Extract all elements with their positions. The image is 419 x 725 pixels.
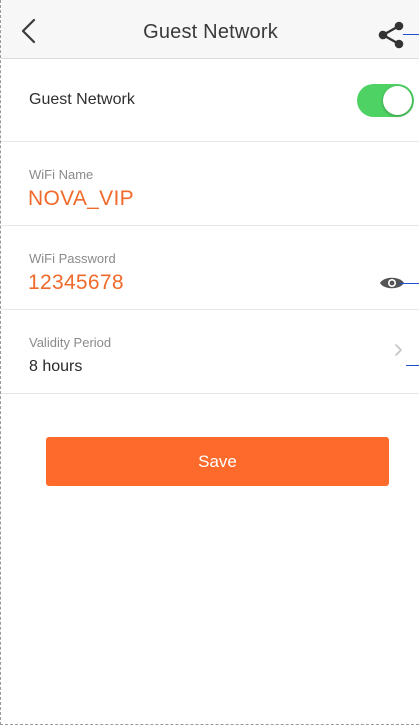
guest-network-screen: Guest Network Guest Network WiFi Name NO… [0, 0, 419, 725]
callout-line-share [403, 34, 419, 35]
wifi-name-label: WiFi Name [29, 167, 94, 182]
guest-network-label: Guest Network [29, 91, 135, 108]
callout-line-eye [399, 283, 419, 284]
share-button[interactable] [375, 20, 409, 50]
wifi-name-value[interactable]: NOVA_VIP [28, 187, 134, 211]
guest-network-toggle[interactable] [357, 84, 414, 117]
navigation-bar: Guest Network [1, 0, 419, 59]
wifi-password-row[interactable]: WiFi Password 12345678 [1, 226, 419, 310]
validity-period-value: 8 hours [29, 358, 83, 375]
wifi-password-label: WiFi Password [29, 251, 116, 266]
guest-network-row: Guest Network [1, 58, 419, 142]
toggle-knob [383, 86, 412, 115]
validity-period-label: Validity Period [29, 335, 112, 350]
chevron-right-icon [395, 344, 402, 356]
share-icon [378, 21, 404, 49]
wifi-name-row[interactable]: WiFi Name NOVA_VIP [1, 142, 419, 226]
page-title: Guest Network [143, 21, 278, 43]
save-button[interactable]: Save [46, 437, 389, 486]
validity-chevron[interactable] [394, 343, 404, 357]
callout-line-validity [406, 365, 419, 366]
wifi-password-value[interactable]: 12345678 [28, 271, 124, 295]
validity-period-row[interactable]: Validity Period 8 hours [1, 310, 419, 394]
